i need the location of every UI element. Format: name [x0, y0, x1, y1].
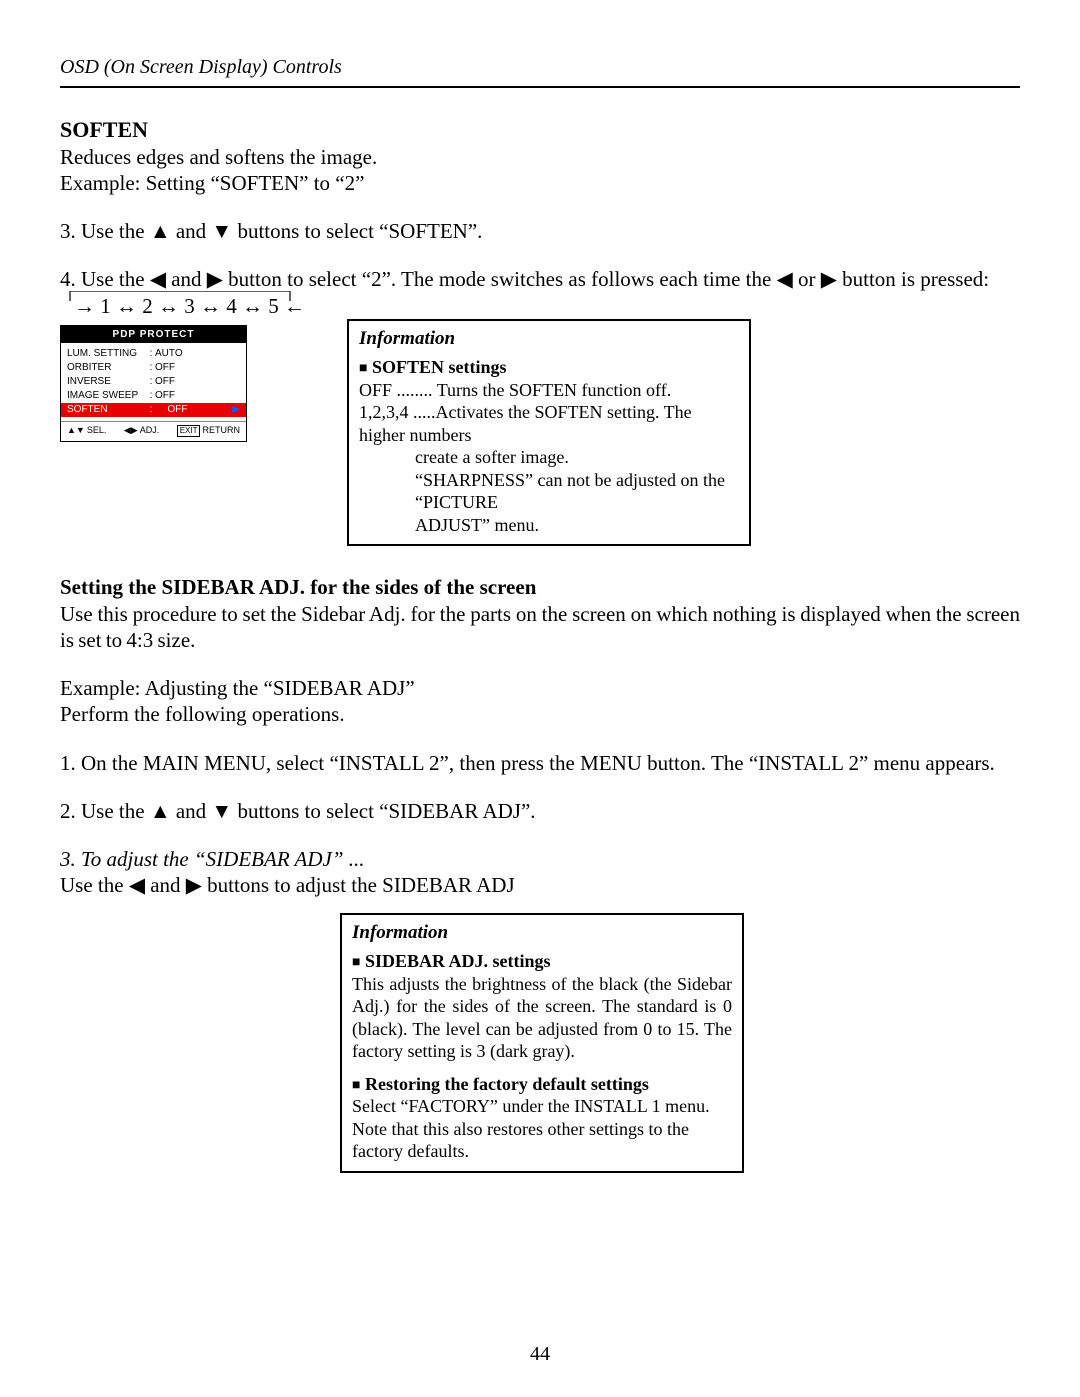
info-text: This adjusts the brightness of the black…: [352, 973, 732, 1063]
info-line: “SHARPNESS” can not be adjusted on the “…: [359, 469, 739, 514]
osd-menu: PDP PROTECT LUM. SETTING : AUTO ORBITER …: [60, 325, 247, 443]
sidebar-example: Example: Adjusting the “SIDEBAR ADJ”: [60, 675, 1020, 701]
page-header: OSD (On Screen Display) Controls: [60, 55, 1020, 80]
osd-row-lum: LUM. SETTING : AUTO: [67, 347, 240, 361]
info-title: Information: [352, 921, 732, 945]
osd-footer-sel: SEL.: [87, 425, 107, 436]
osd-row-image-sweep: IMAGE SWEEP : OFF: [67, 389, 240, 403]
sidebar-step-1: 1. On the MAIN MENU, select “INSTALL 2”,…: [60, 750, 1020, 776]
info-subtitle: Restoring the factory default settings: [365, 1074, 649, 1094]
osd-colon: :: [147, 390, 155, 403]
info-line: 1,2,3,4 .....Activates the SOFTEN settin…: [359, 401, 739, 446]
triangle-left-icon: ◀: [155, 404, 163, 415]
square-bullet-icon: ■: [352, 955, 360, 970]
soften-desc-1: Reduces edges and softens the image.: [60, 144, 1020, 170]
osd-label: LUM. SETTING: [67, 348, 147, 361]
osd-value: AUTO: [155, 348, 240, 361]
info-subhead: ■ SOFTEN settings: [359, 356, 739, 379]
osd-colon: :: [147, 348, 155, 361]
info-box-sidebar: Information ■ SIDEBAR ADJ. settings This…: [340, 913, 744, 1173]
soften-step-4: 4. Use the ◀ and ▶ button to select “2”.…: [60, 266, 1020, 292]
osd-label: INVERSE: [67, 376, 147, 389]
sidebar-perform: Perform the following operations.: [60, 701, 1020, 727]
osd-title: PDP PROTECT: [61, 326, 246, 344]
info-subhead: ■ Restoring the factory default settings: [352, 1073, 732, 1096]
osd-row-inverse: INVERSE : OFF: [67, 375, 240, 389]
info-title: Information: [359, 327, 739, 351]
osd-footer-return: RETURN: [202, 425, 240, 436]
osd-footer-adj: ADJ.: [140, 425, 160, 436]
osd-footer: ▲▼SEL. ◀▶ADJ. EXITRETURN: [61, 421, 246, 441]
osd-label: SOFTEN: [67, 404, 147, 417]
square-bullet-icon: ■: [359, 361, 367, 376]
info-subhead: ■ SIDEBAR ADJ. settings: [352, 950, 732, 973]
info-box-soften: Information ■ SOFTEN settings OFF ......…: [347, 319, 751, 547]
sidebar-step-3-title: 3. To adjust the “SIDEBAR ADJ” ...: [60, 846, 1020, 872]
sidebar-desc: Use this procedure to set the Sidebar Ad…: [60, 601, 1020, 654]
sidebar-step-3-body: Use the ◀ and ▶ buttons to adjust the SI…: [60, 872, 1020, 898]
square-bullet-icon: ■: [352, 1078, 360, 1093]
osd-colon: :: [147, 376, 155, 389]
soften-title: SOFTEN: [60, 116, 1020, 144]
osd-value: OFF: [155, 376, 240, 389]
soften-step-3: 3. Use the ▲ and ▼ buttons to select “SO…: [60, 218, 1020, 244]
leftright-icon: ◀▶: [124, 425, 138, 436]
sidebar-title: Setting the SIDEBAR ADJ. for the sides o…: [60, 574, 1020, 600]
info-line: create a softer image.: [359, 446, 739, 469]
osd-sel-value: OFF: [167, 404, 187, 415]
info-subtitle: SIDEBAR ADJ. settings: [365, 951, 551, 971]
osd-row-soften-selected: SOFTEN : ◀ OFF ▶: [61, 403, 246, 417]
soften-cycle: → 1 ↔ 2 ↔ 3 ↔ 4 ↔ 5 ←: [74, 293, 305, 319]
osd-colon: :: [147, 404, 155, 417]
info-line: ADJUST” menu.: [359, 514, 739, 537]
info-line: OFF ........ Turns the SOFTEN function o…: [359, 379, 739, 402]
updown-icon: ▲▼: [67, 425, 85, 436]
info-text: Note that this also restores other setti…: [352, 1118, 732, 1163]
osd-colon: :: [147, 362, 155, 375]
triangle-right-icon: ▶: [232, 404, 240, 417]
info-text: Select “FACTORY” under the INSTALL 1 men…: [352, 1095, 732, 1118]
osd-value: OFF: [155, 390, 240, 403]
page-number: 44: [60, 1342, 1020, 1367]
header-rule: [60, 86, 1020, 88]
soften-desc-2: Example: Setting “SOFTEN” to “2”: [60, 170, 1020, 196]
osd-value: ◀ OFF ▶: [155, 404, 240, 417]
sidebar-step-2: 2. Use the ▲ and ▼ buttons to select “SI…: [60, 798, 1020, 824]
osd-footer-exit: EXIT: [177, 425, 201, 437]
info-subtitle: SOFTEN settings: [372, 357, 507, 377]
osd-row-orbiter: ORBITER : OFF: [67, 361, 240, 375]
osd-label: IMAGE SWEEP: [67, 390, 147, 403]
osd-label: ORBITER: [67, 362, 147, 375]
osd-value: OFF: [155, 362, 240, 375]
